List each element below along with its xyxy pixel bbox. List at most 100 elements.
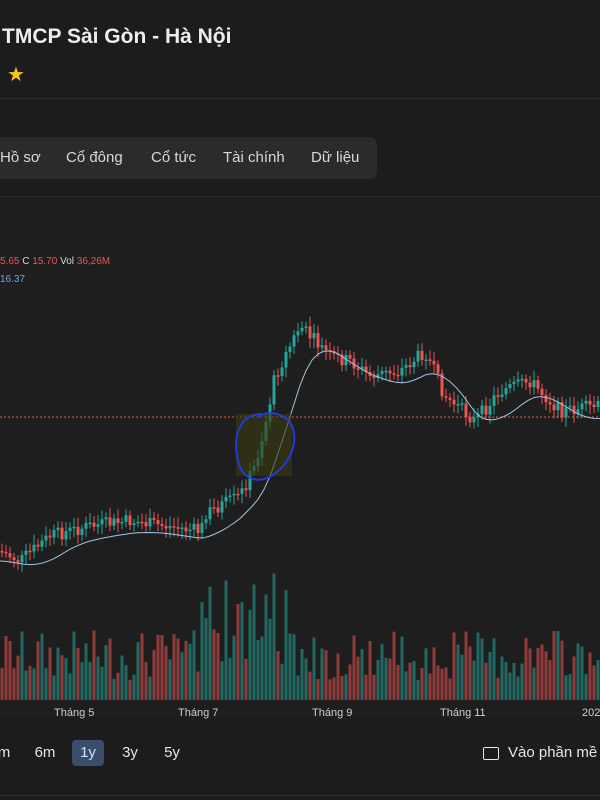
candle-body	[92, 522, 96, 527]
candle-body	[388, 370, 392, 374]
candle-body	[460, 403, 464, 405]
tab-profile[interactable]: Hồ sơ	[0, 149, 41, 166]
volume-bar	[240, 602, 244, 700]
candle-body	[168, 526, 172, 529]
volume-bar	[208, 586, 212, 700]
candle-body	[16, 560, 20, 563]
candle-body	[504, 388, 508, 395]
candle-body	[104, 517, 108, 520]
candle-body	[320, 345, 324, 348]
volume-bar	[556, 631, 560, 700]
candle-body	[524, 378, 528, 383]
volume-bar	[380, 643, 384, 700]
candle-body	[228, 495, 232, 497]
candle-body	[492, 395, 496, 406]
candle-body	[12, 557, 16, 561]
tab-financials[interactable]: Tài chính	[223, 149, 285, 166]
candle-body	[48, 535, 52, 538]
volume-bar	[148, 676, 152, 700]
volume-bar	[364, 674, 368, 700]
volume-bar	[468, 646, 472, 700]
volume-bar	[32, 668, 36, 700]
volume-bar	[436, 665, 440, 700]
candle-body	[300, 327, 304, 332]
volume-bar	[584, 674, 588, 700]
volume-bar	[532, 667, 536, 700]
candle-body	[68, 527, 72, 532]
candle-body	[304, 326, 308, 328]
volume-bar	[92, 630, 96, 700]
tab-data[interactable]: Dữ liệu	[311, 149, 359, 166]
candle-body	[120, 521, 124, 524]
candle-body	[424, 359, 428, 362]
candle-body	[568, 405, 572, 408]
volume-bar	[116, 672, 120, 700]
volume-bar	[64, 658, 68, 700]
volume-bar	[596, 660, 600, 700]
candle-body	[96, 524, 100, 527]
price-chart[interactable]	[0, 196, 600, 716]
volume-bar	[440, 668, 444, 700]
fullscreen-icon[interactable]	[483, 747, 499, 760]
fullscreen-button[interactable]: Vào phần mề	[508, 744, 597, 761]
volume-bar	[312, 637, 316, 700]
volume-bar	[296, 675, 300, 700]
candle-body	[8, 553, 12, 558]
candle-body	[20, 554, 24, 563]
range-button[interactable]: m	[0, 740, 12, 766]
candle-body	[464, 403, 468, 418]
candle-body	[152, 517, 156, 521]
volume-bar	[264, 594, 268, 700]
candle-body	[472, 417, 476, 423]
candle-body	[180, 527, 184, 530]
candle-body	[224, 496, 228, 502]
volume-bar	[24, 670, 28, 700]
volume-bar	[76, 647, 80, 700]
volume-bar	[404, 671, 408, 700]
volume-bar	[12, 668, 16, 700]
volume-bar	[44, 668, 48, 700]
volume-bar	[156, 634, 160, 700]
candle-body	[548, 402, 552, 405]
ohlc-readout: 5.65 C 15.70 Vol 36,26M	[0, 256, 110, 267]
volume-bar	[304, 658, 308, 700]
volume-bar	[432, 647, 436, 700]
volume-bar	[540, 644, 544, 700]
x-tick-label: Tháng 7	[178, 707, 219, 719]
volume-bar	[572, 656, 576, 700]
candle-body	[324, 345, 328, 351]
volume-bar	[284, 590, 288, 700]
range-button-3y[interactable]: 3y	[116, 740, 144, 766]
range-button-6m[interactable]: 6m	[30, 740, 60, 766]
volume-bar	[216, 633, 220, 700]
low-value: 5.65	[0, 256, 20, 267]
candle-body	[176, 527, 180, 529]
tab-shareholders[interactable]: Cổ đông	[66, 149, 123, 166]
star-icon[interactable]: ★	[7, 62, 25, 87]
volume-bar	[280, 663, 284, 700]
tab-dividends[interactable]: Cổ tức	[151, 149, 196, 166]
volume-bar	[592, 665, 596, 700]
candle-body	[508, 384, 512, 389]
volume-bar	[480, 638, 484, 700]
range-button-5y[interactable]: 5y	[158, 740, 186, 766]
volume-bar	[320, 648, 324, 700]
close-value: 15.70	[32, 256, 58, 267]
volume-bar	[220, 661, 224, 700]
volume-bar	[96, 656, 100, 700]
range-button-1y[interactable]: 1y	[72, 740, 104, 766]
volume-bar	[424, 648, 428, 700]
volume-bar	[252, 584, 256, 700]
candle-body	[160, 524, 164, 526]
volume-bar	[396, 664, 400, 700]
volume-bar	[192, 630, 196, 700]
volume-bar	[448, 678, 452, 700]
volume-bar	[136, 642, 140, 700]
candle-body	[272, 375, 276, 405]
candle-body	[588, 400, 592, 405]
volume-bar	[512, 663, 516, 700]
volume-bar	[372, 674, 376, 700]
volume-bar	[392, 631, 396, 700]
candle-body	[196, 523, 200, 533]
candle-body	[128, 515, 132, 526]
